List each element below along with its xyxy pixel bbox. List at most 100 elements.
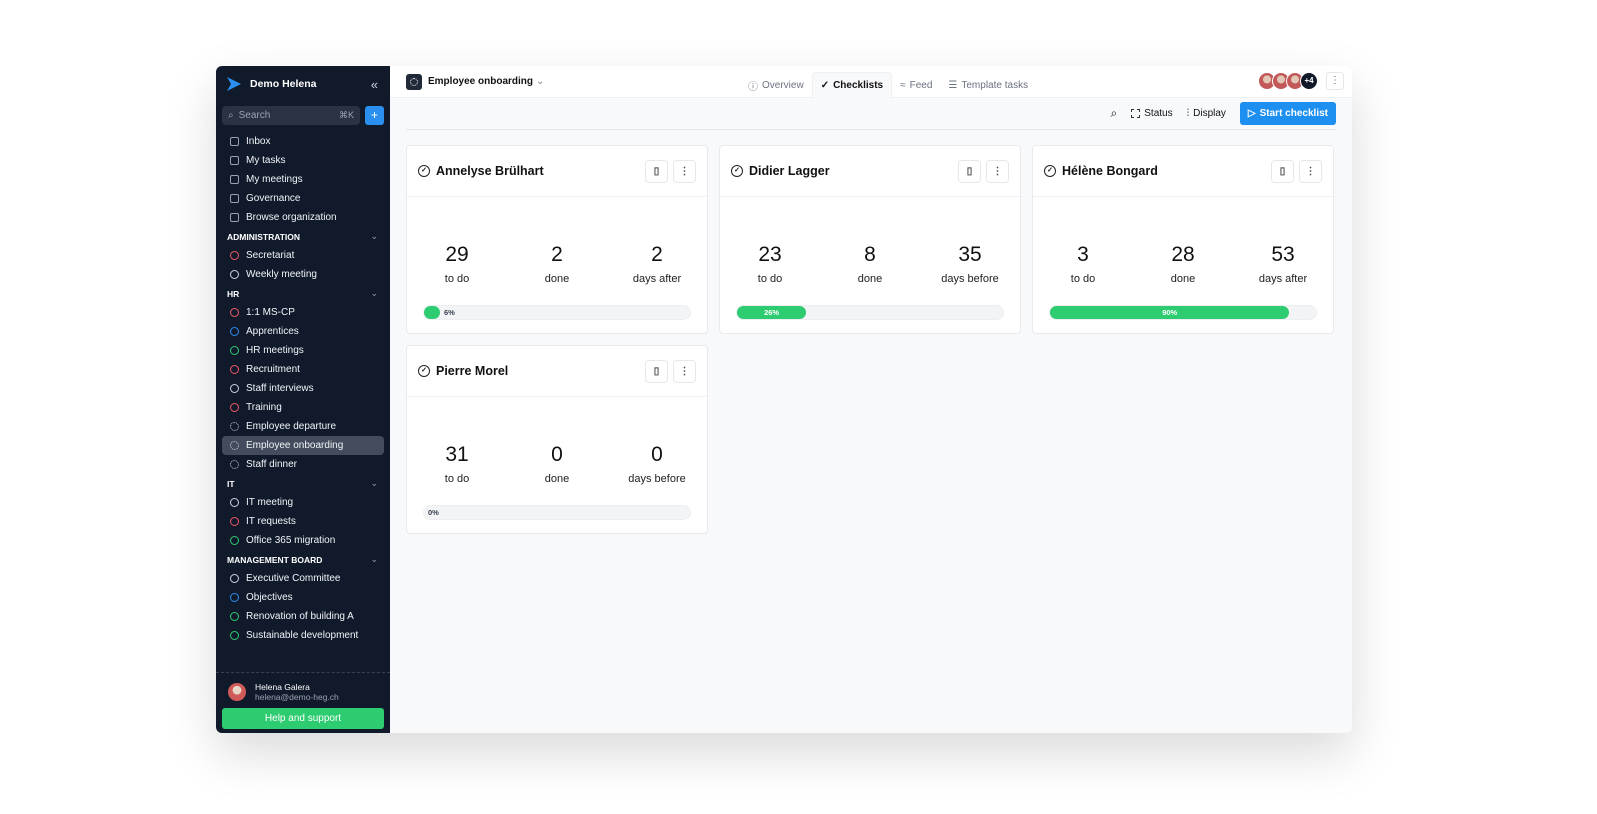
start-checklist-label: Start checklist bbox=[1259, 108, 1328, 119]
more-options-button[interactable]: ⋮ bbox=[986, 159, 1009, 183]
tab-checklists[interactable]: ✓ Checklists bbox=[811, 72, 893, 98]
sidebar-item-label: My tasks bbox=[246, 155, 286, 166]
sidebar-item-label: Secretariat bbox=[246, 250, 295, 261]
sidebar-item-label: Executive Committee bbox=[246, 573, 341, 584]
days-label: days after bbox=[1258, 273, 1308, 285]
sidebar-item-training[interactable]: Training bbox=[222, 398, 384, 417]
org-name: Demo Helena bbox=[250, 78, 317, 90]
progress-bar: 0% bbox=[423, 505, 691, 520]
more-options-button[interactable]: ⋮ bbox=[1326, 72, 1344, 90]
tab-template-tasks[interactable]: ☰ Template tasks bbox=[940, 72, 1036, 98]
circle-icon bbox=[230, 346, 239, 355]
help-and-support-button[interactable]: Help and support bbox=[222, 708, 384, 729]
chevron-down-icon[interactable]: ⌄ bbox=[370, 478, 378, 489]
sidebar-item-governance[interactable]: Governance bbox=[222, 189, 384, 208]
sidebar-item-office-365-migration[interactable]: Office 365 migration bbox=[222, 531, 384, 550]
section-title: MANAGEMENT BOARD bbox=[227, 554, 323, 565]
members-more-count: +4 bbox=[1300, 72, 1318, 90]
sidebar-item-executive-committee[interactable]: Executive Committee bbox=[222, 569, 384, 588]
sidebar-item-objectives[interactable]: Objectives bbox=[222, 588, 384, 607]
done-label: done bbox=[857, 273, 883, 285]
stat-todo: 3 to do bbox=[1033, 243, 1133, 285]
check-circle-icon: ✓ bbox=[1044, 165, 1056, 177]
sidebar-item-my-tasks[interactable]: My tasks bbox=[222, 151, 384, 170]
sidebar-item-it-requests[interactable]: IT requests bbox=[222, 512, 384, 531]
sidebar-item-renovation-of-building-a[interactable]: Renovation of building A bbox=[222, 607, 384, 626]
checklist-name: Hélène Bongard bbox=[1062, 164, 1158, 178]
checklist-name: Pierre Morel bbox=[436, 364, 509, 378]
sidebar-item-secretariat[interactable]: Secretariat bbox=[222, 246, 384, 265]
todo-label: to do bbox=[1070, 273, 1096, 285]
checklist-card[interactable]: ✓ Didier Lagger ▯ ⋮ 23 to do 8 done 35 days b… bbox=[719, 145, 1021, 334]
document-button[interactable]: ▯ bbox=[645, 159, 668, 183]
section-it[interactable]: IT ⌄ bbox=[222, 474, 384, 493]
sidebar-item-sustainable-development[interactable]: Sustainable development bbox=[222, 626, 384, 645]
sidebar-item-hr-meetings[interactable]: HR meetings bbox=[222, 341, 384, 360]
tab-overview[interactable]: ⓘ Overview bbox=[740, 72, 812, 98]
checklist-card[interactable]: ✓ Pierre Morel ▯ ⋮ 31 to do 0 done 0 days bef… bbox=[406, 345, 708, 534]
chevron-down-icon[interactable]: ⌄ bbox=[370, 554, 378, 565]
add-button[interactable]: + bbox=[365, 106, 384, 125]
sidebar-item-weekly-meeting[interactable]: Weekly meeting bbox=[222, 265, 384, 284]
sidebar-item-employee-departure[interactable]: Employee departure bbox=[222, 417, 384, 436]
collapse-sidebar-icon[interactable]: « bbox=[371, 77, 378, 92]
document-button[interactable]: ▯ bbox=[645, 359, 668, 383]
sidebar-item-my-meetings[interactable]: My meetings bbox=[222, 170, 384, 189]
stat-todo: 29 to do bbox=[407, 243, 507, 285]
more-options-button[interactable]: ⋮ bbox=[673, 359, 696, 383]
progress-bar: 6% bbox=[423, 305, 691, 320]
sidebar-item-label: Weekly meeting bbox=[246, 269, 317, 280]
days-count: 0 bbox=[651, 443, 663, 466]
sidebar-item-staff-dinner[interactable]: Staff dinner bbox=[222, 455, 384, 474]
section-hr[interactable]: HR ⌄ bbox=[222, 284, 384, 303]
sidebar-item-employee-onboarding[interactable]: Employee onboarding bbox=[222, 436, 384, 455]
sidebar-item-1-1-ms-cp[interactable]: 1:1 MS-CP bbox=[222, 303, 384, 322]
stat-days: 35 days before bbox=[920, 243, 1020, 285]
more-options-button[interactable]: ⋮ bbox=[1299, 159, 1322, 183]
start-checklist-button[interactable]: ▷ Start checklist bbox=[1239, 102, 1336, 125]
chevron-down-icon[interactable]: ⌄ bbox=[370, 231, 378, 242]
document-button[interactable]: ▯ bbox=[958, 159, 981, 183]
members[interactable]: +4 ⋮ bbox=[1258, 72, 1344, 90]
section-title: HR bbox=[227, 288, 240, 299]
dashed-circle-icon bbox=[230, 460, 239, 469]
chevron-down-icon[interactable]: ⌄ bbox=[370, 288, 378, 299]
sidebar-item-staff-interviews[interactable]: Staff interviews bbox=[222, 379, 384, 398]
stat-done: 28 done bbox=[1133, 243, 1233, 285]
search-input[interactable]: ⌕ Search ⌘K bbox=[222, 106, 360, 125]
project-selector[interactable]: Employee onboarding ⌄ bbox=[406, 73, 544, 90]
display-label: Display bbox=[1193, 108, 1226, 119]
section-management-board[interactable]: MANAGEMENT BOARD ⌄ bbox=[222, 550, 384, 569]
sidebar-item-browse-organization[interactable]: Browse organization bbox=[222, 208, 384, 227]
tab-icon: ≈ bbox=[900, 79, 906, 91]
more-options-button[interactable]: ⋮ bbox=[673, 159, 696, 183]
org-switcher[interactable]: Demo Helena bbox=[222, 66, 384, 102]
tab-feed[interactable]: ≈ Feed bbox=[892, 72, 940, 98]
sidebar-item-it-meeting[interactable]: IT meeting bbox=[222, 493, 384, 512]
progress-bar: 90% bbox=[1049, 305, 1317, 320]
check-circle-icon: ✓ bbox=[731, 165, 743, 177]
checklist-card[interactable]: ✓ Annelyse Brülhart ▯ ⋮ 29 to do 2 done 2 day… bbox=[406, 145, 708, 334]
user-profile[interactable]: Helena Galera helena@demo-heg.ch bbox=[216, 672, 390, 702]
done-count: 0 bbox=[551, 443, 563, 466]
sidebar-item-label: Staff interviews bbox=[246, 383, 314, 394]
display-button[interactable]: ⫶ Display bbox=[1187, 108, 1226, 119]
checklist-name: Didier Lagger bbox=[749, 164, 830, 178]
progress-bar: 26% bbox=[736, 305, 1004, 320]
sidebar-item-apprentices[interactable]: Apprentices bbox=[222, 322, 384, 341]
circle-icon bbox=[230, 612, 239, 621]
sidebar-item-label: Governance bbox=[246, 193, 301, 204]
sidebar-item-recruitment[interactable]: Recruitment bbox=[222, 360, 384, 379]
checklist-card[interactable]: ✓ Hélène Bongard ▯ ⋮ 3 to do 28 done 53 days … bbox=[1032, 145, 1334, 334]
search-icon[interactable]: ⌕ bbox=[1111, 106, 1118, 121]
sidebar-item-label: Sustainable development bbox=[246, 630, 359, 641]
sidebar-item-inbox[interactable]: Inbox bbox=[222, 132, 384, 151]
sidebar-item-label: Employee departure bbox=[246, 421, 337, 432]
tab-icon: ✓ bbox=[820, 80, 830, 91]
sidebar-item-label: 1:1 MS-CP bbox=[246, 307, 295, 318]
status-filter-button[interactable]: Status bbox=[1131, 108, 1173, 119]
section-administration[interactable]: ADMINISTRATION ⌄ bbox=[222, 227, 384, 246]
sidebar-item-label: Staff dinner bbox=[246, 459, 297, 470]
sidebar-item-label: Employee onboarding bbox=[246, 440, 344, 451]
document-button[interactable]: ▯ bbox=[1271, 159, 1294, 183]
